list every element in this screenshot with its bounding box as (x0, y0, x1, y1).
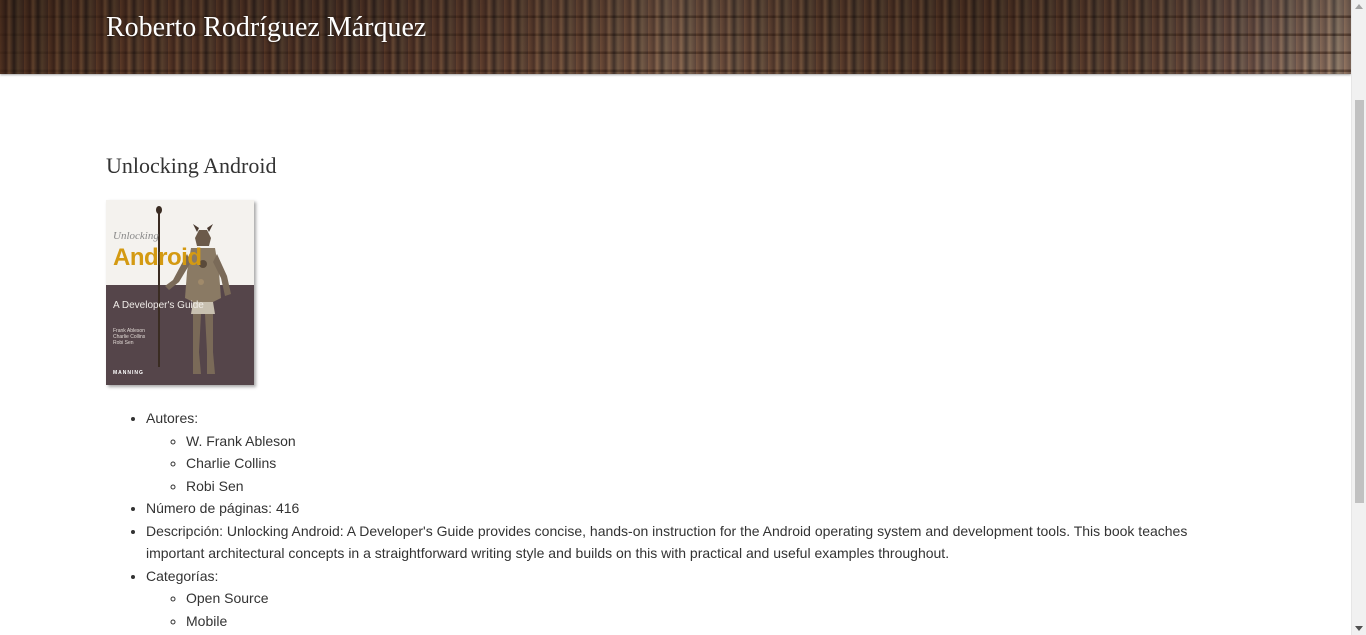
book-detail: Unlocking Android Unlocking Android A De… (106, 150, 1216, 632)
cover-main-title: Android (113, 244, 202, 271)
author-item: W. Frank Ableson (186, 430, 1216, 453)
cover-top-line: Unlocking (113, 230, 159, 242)
scrollbar-thumb[interactable] (1355, 100, 1364, 503)
cover-subtitle: A Developer's Guide (113, 300, 204, 311)
cover-publisher: MANNING (113, 370, 144, 376)
authors-label: Autores: (146, 410, 199, 426)
categories-list: Open Source Mobile (146, 587, 1216, 632)
category-item: Mobile (186, 610, 1216, 633)
authors-item: Autores: W. Frank Ableson Charlie Collin… (146, 407, 1216, 497)
book-title: Unlocking Android (106, 153, 277, 178)
authors-list: W. Frank Ableson Charlie Collins Robi Se… (146, 430, 1216, 498)
description-item: Descripción: Unlocking Android: A Develo… (146, 520, 1216, 565)
category-item: Open Source (186, 587, 1216, 610)
scroll-down-arrow-icon[interactable] (1355, 626, 1363, 631)
site-title[interactable]: Roberto Rodríguez Márquez (106, 10, 426, 46)
cover-illustration (156, 206, 231, 374)
cover-authors: Frank Ableson Charlie Collins Robi Sen (113, 328, 146, 346)
scroll-up-arrow-icon[interactable] (1355, 4, 1363, 9)
categories-item: Categorías: Open Source Mobile (146, 565, 1216, 633)
author-item: Robi Sen (186, 475, 1216, 498)
author-item: Charlie Collins (186, 452, 1216, 475)
categories-label: Categorías: (146, 567, 219, 584)
header-banner: Roberto Rodríguez Márquez (0, 0, 1351, 74)
book-details-list: Autores: W. Frank Ableson Charlie Collin… (106, 407, 1216, 632)
book-cover-image: Unlocking Android A Developer's Guide Fr… (106, 200, 254, 385)
pages-item: Número de páginas: 416 (146, 497, 1216, 520)
vertical-scrollbar[interactable] (1351, 0, 1366, 635)
